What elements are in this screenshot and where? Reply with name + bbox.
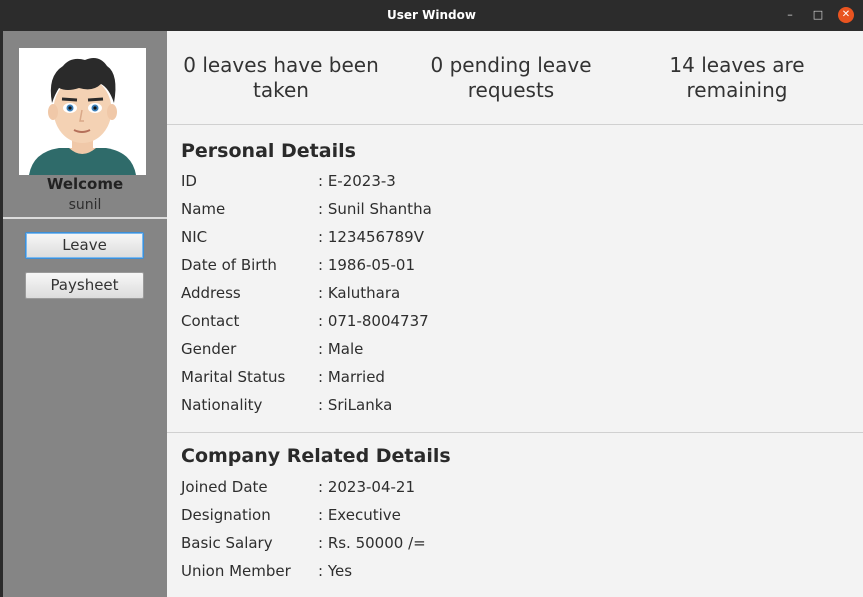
detail-value: : 1986-05-01 [318,256,415,274]
maximize-icon[interactable]: □ [810,7,826,23]
detail-label: ID [181,172,197,190]
user-avatar-icon [19,48,146,175]
sidebar-divider [3,217,167,219]
detail-value: : Rs. 50000 /= [318,534,426,552]
detail-label: Contact [181,312,240,330]
paysheet-button[interactable]: Paysheet [25,272,144,299]
leaves-remaining-stat: 14 leaves are remaining [669,53,805,102]
detail-value: : 071-8004737 [318,312,429,330]
detail-label: Gender [181,340,237,358]
detail-label: Joined Date [181,478,268,496]
detail-value: : Executive [318,506,401,524]
detail-label: Date of Birth [181,256,277,274]
detail-label: Designation [181,506,271,524]
window-title: User Window [387,8,476,22]
detail-label: NIC [181,228,208,246]
detail-label: Address [181,284,241,302]
detail-label: Basic Salary [181,534,273,552]
pending-requests-stat: 0 pending leave requests [430,53,592,102]
detail-value: : Yes [318,562,353,580]
main-panel: 0 leaves have been taken 0 pending leave… [167,31,863,597]
detail-value: : Kaluthara [318,284,401,302]
minimize-icon[interactable]: – [782,7,798,23]
detail-value: : SriLanka [318,396,393,414]
section-divider [167,124,863,125]
detail-value: : Married [318,368,385,386]
detail-value: : Sunil Shantha [318,200,432,218]
personal-details-title: Personal Details [181,140,356,162]
detail-label: Union Member [181,562,291,580]
leaves-taken-stat: 0 leaves have been taken [183,53,379,102]
detail-value: : 123456789V [318,228,424,246]
detail-value: : 2023-04-21 [318,478,415,496]
detail-value: : Male [318,340,364,358]
title-bar: User Window – □ ✕ [0,0,863,31]
welcome-label: Welcome [46,175,124,193]
detail-value: : E-2023-3 [318,172,396,190]
company-details-title: Company Related Details [181,445,451,467]
leave-button[interactable]: Leave [25,232,144,259]
detail-label: Marital Status [181,368,286,386]
sidebar: Welcome sunil Leave Paysheet [3,31,167,597]
username-label: sunil [68,197,102,213]
section-divider [167,432,863,433]
close-icon[interactable]: ✕ [838,7,854,23]
detail-label: Name [181,200,226,218]
detail-label: Nationality [181,396,263,414]
